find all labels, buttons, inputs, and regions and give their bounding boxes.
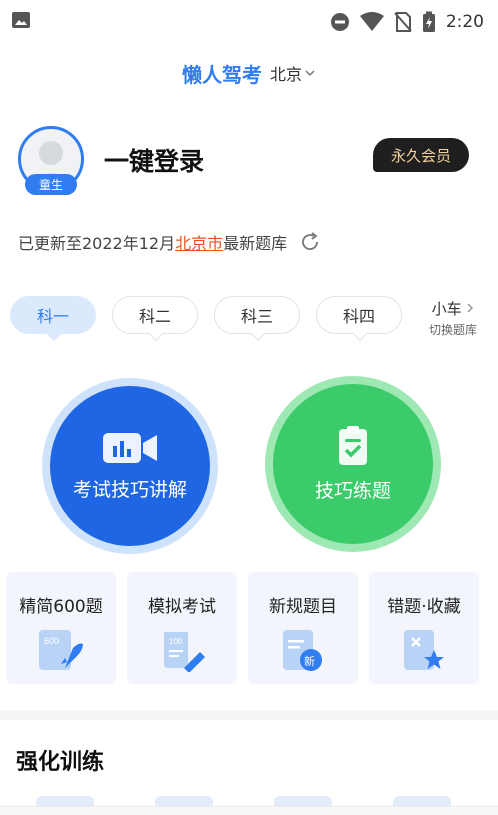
level-badge: 童生 — [25, 174, 77, 195]
wifi-icon — [359, 12, 384, 31]
question-bank-update-status: 已更新至2022年12月 北京市 最新题库 — [18, 230, 321, 254]
new-rules-doc-icon: 新 — [283, 630, 322, 671]
exam-paper-pencil-icon: 100 — [164, 632, 205, 672]
practice-tips-button[interactable]: 技巧练题 — [265, 376, 441, 552]
tab-pointer — [352, 326, 368, 342]
section-divider — [0, 710, 498, 720]
tab-label: 科三 — [240, 307, 273, 326]
tab-label: 科四 — [342, 307, 375, 326]
one-tap-login-button[interactable]: 一键登录 — [104, 142, 204, 178]
subject-tabs: 科一 科二 科三 科四 小车 切换题库 — [10, 296, 490, 342]
video-chart-icon — [103, 432, 157, 463]
update-suffix: 最新题库 — [223, 234, 288, 253]
app-title: 懒人驾考 — [181, 62, 262, 87]
vip-button[interactable]: 永久会员 — [373, 138, 469, 172]
vehicle-label: 小车 — [431, 300, 462, 318]
wrong-star-doc-icon — [404, 630, 444, 670]
avatar[interactable]: 童生 — [18, 126, 84, 195]
city-label: 北京 — [269, 65, 302, 84]
tab-subject-1[interactable]: 科一 — [10, 296, 96, 342]
card-title: 错题·收藏 — [387, 597, 461, 617]
clock-time: 2:20 — [445, 12, 484, 32]
section-title: 强化训练 — [16, 750, 105, 775]
card-mock-exam[interactable]: 模拟考试 100 — [127, 572, 237, 684]
checklist-icon — [339, 425, 367, 465]
chevron-right-icon — [467, 303, 474, 313]
tab-subject-3[interactable]: 科三 — [214, 296, 300, 342]
do-not-disturb-icon — [330, 13, 349, 31]
switch-bank-label: 切换题库 — [428, 323, 477, 337]
exam-tips-label: 考试技巧讲解 — [72, 478, 187, 501]
app-header: 懒人驾考 北京 — [0, 56, 498, 90]
card-new-rules[interactable]: 新规题目 新 — [248, 572, 358, 684]
tab-label: 科一 — [36, 307, 69, 326]
card-title: 精简600题 — [19, 597, 103, 617]
practice-tips-circle: 技巧练题 — [273, 384, 433, 544]
card-title: 模拟考试 — [148, 597, 216, 617]
image-notification-icon — [12, 12, 30, 28]
status-bar: 2:20 — [0, 0, 498, 44]
vehicle-label-row: 小车 — [418, 298, 488, 319]
chevron-down-icon — [305, 70, 315, 77]
vehicle-switch-button[interactable]: 小车 切换题库 — [418, 298, 488, 338]
card-wrong-favorites[interactable]: 错题·收藏 — [369, 572, 479, 684]
tab-label: 科二 — [138, 307, 171, 326]
rocket-600-icon: 600 — [39, 630, 83, 670]
bottom-nav-edge — [0, 806, 498, 815]
battery-charging-icon — [422, 11, 435, 32]
card-title: 新规题目 — [269, 597, 337, 617]
practice-tips-label: 技巧练题 — [314, 479, 391, 502]
card-simplified-600[interactable]: 精简600题 600 — [6, 572, 116, 684]
no-sim-icon — [394, 12, 412, 32]
update-prefix: 已更新至2022年12月 — [18, 234, 176, 253]
svg-text:600: 600 — [44, 636, 59, 646]
feature-cards: 精简600题 600 模拟考试 100 新规题目 新 错题·收藏 — [6, 572, 492, 684]
exam-tips-circle: 考试技巧讲解 — [50, 386, 210, 546]
tab-pointer — [46, 326, 62, 342]
tab-subject-2[interactable]: 科二 — [112, 296, 198, 342]
exam-tips-button[interactable]: 考试技巧讲解 — [42, 378, 218, 554]
svg-text:新: 新 — [304, 654, 315, 668]
tab-pointer — [250, 326, 266, 342]
refresh-icon[interactable] — [299, 231, 321, 253]
city-selector[interactable]: 北京 — [270, 61, 316, 85]
tab-subject-4[interactable]: 科四 — [316, 296, 402, 342]
update-city-link[interactable]: 北京市 — [175, 230, 223, 254]
tab-pointer — [148, 326, 164, 342]
svg-text:100: 100 — [169, 637, 183, 646]
